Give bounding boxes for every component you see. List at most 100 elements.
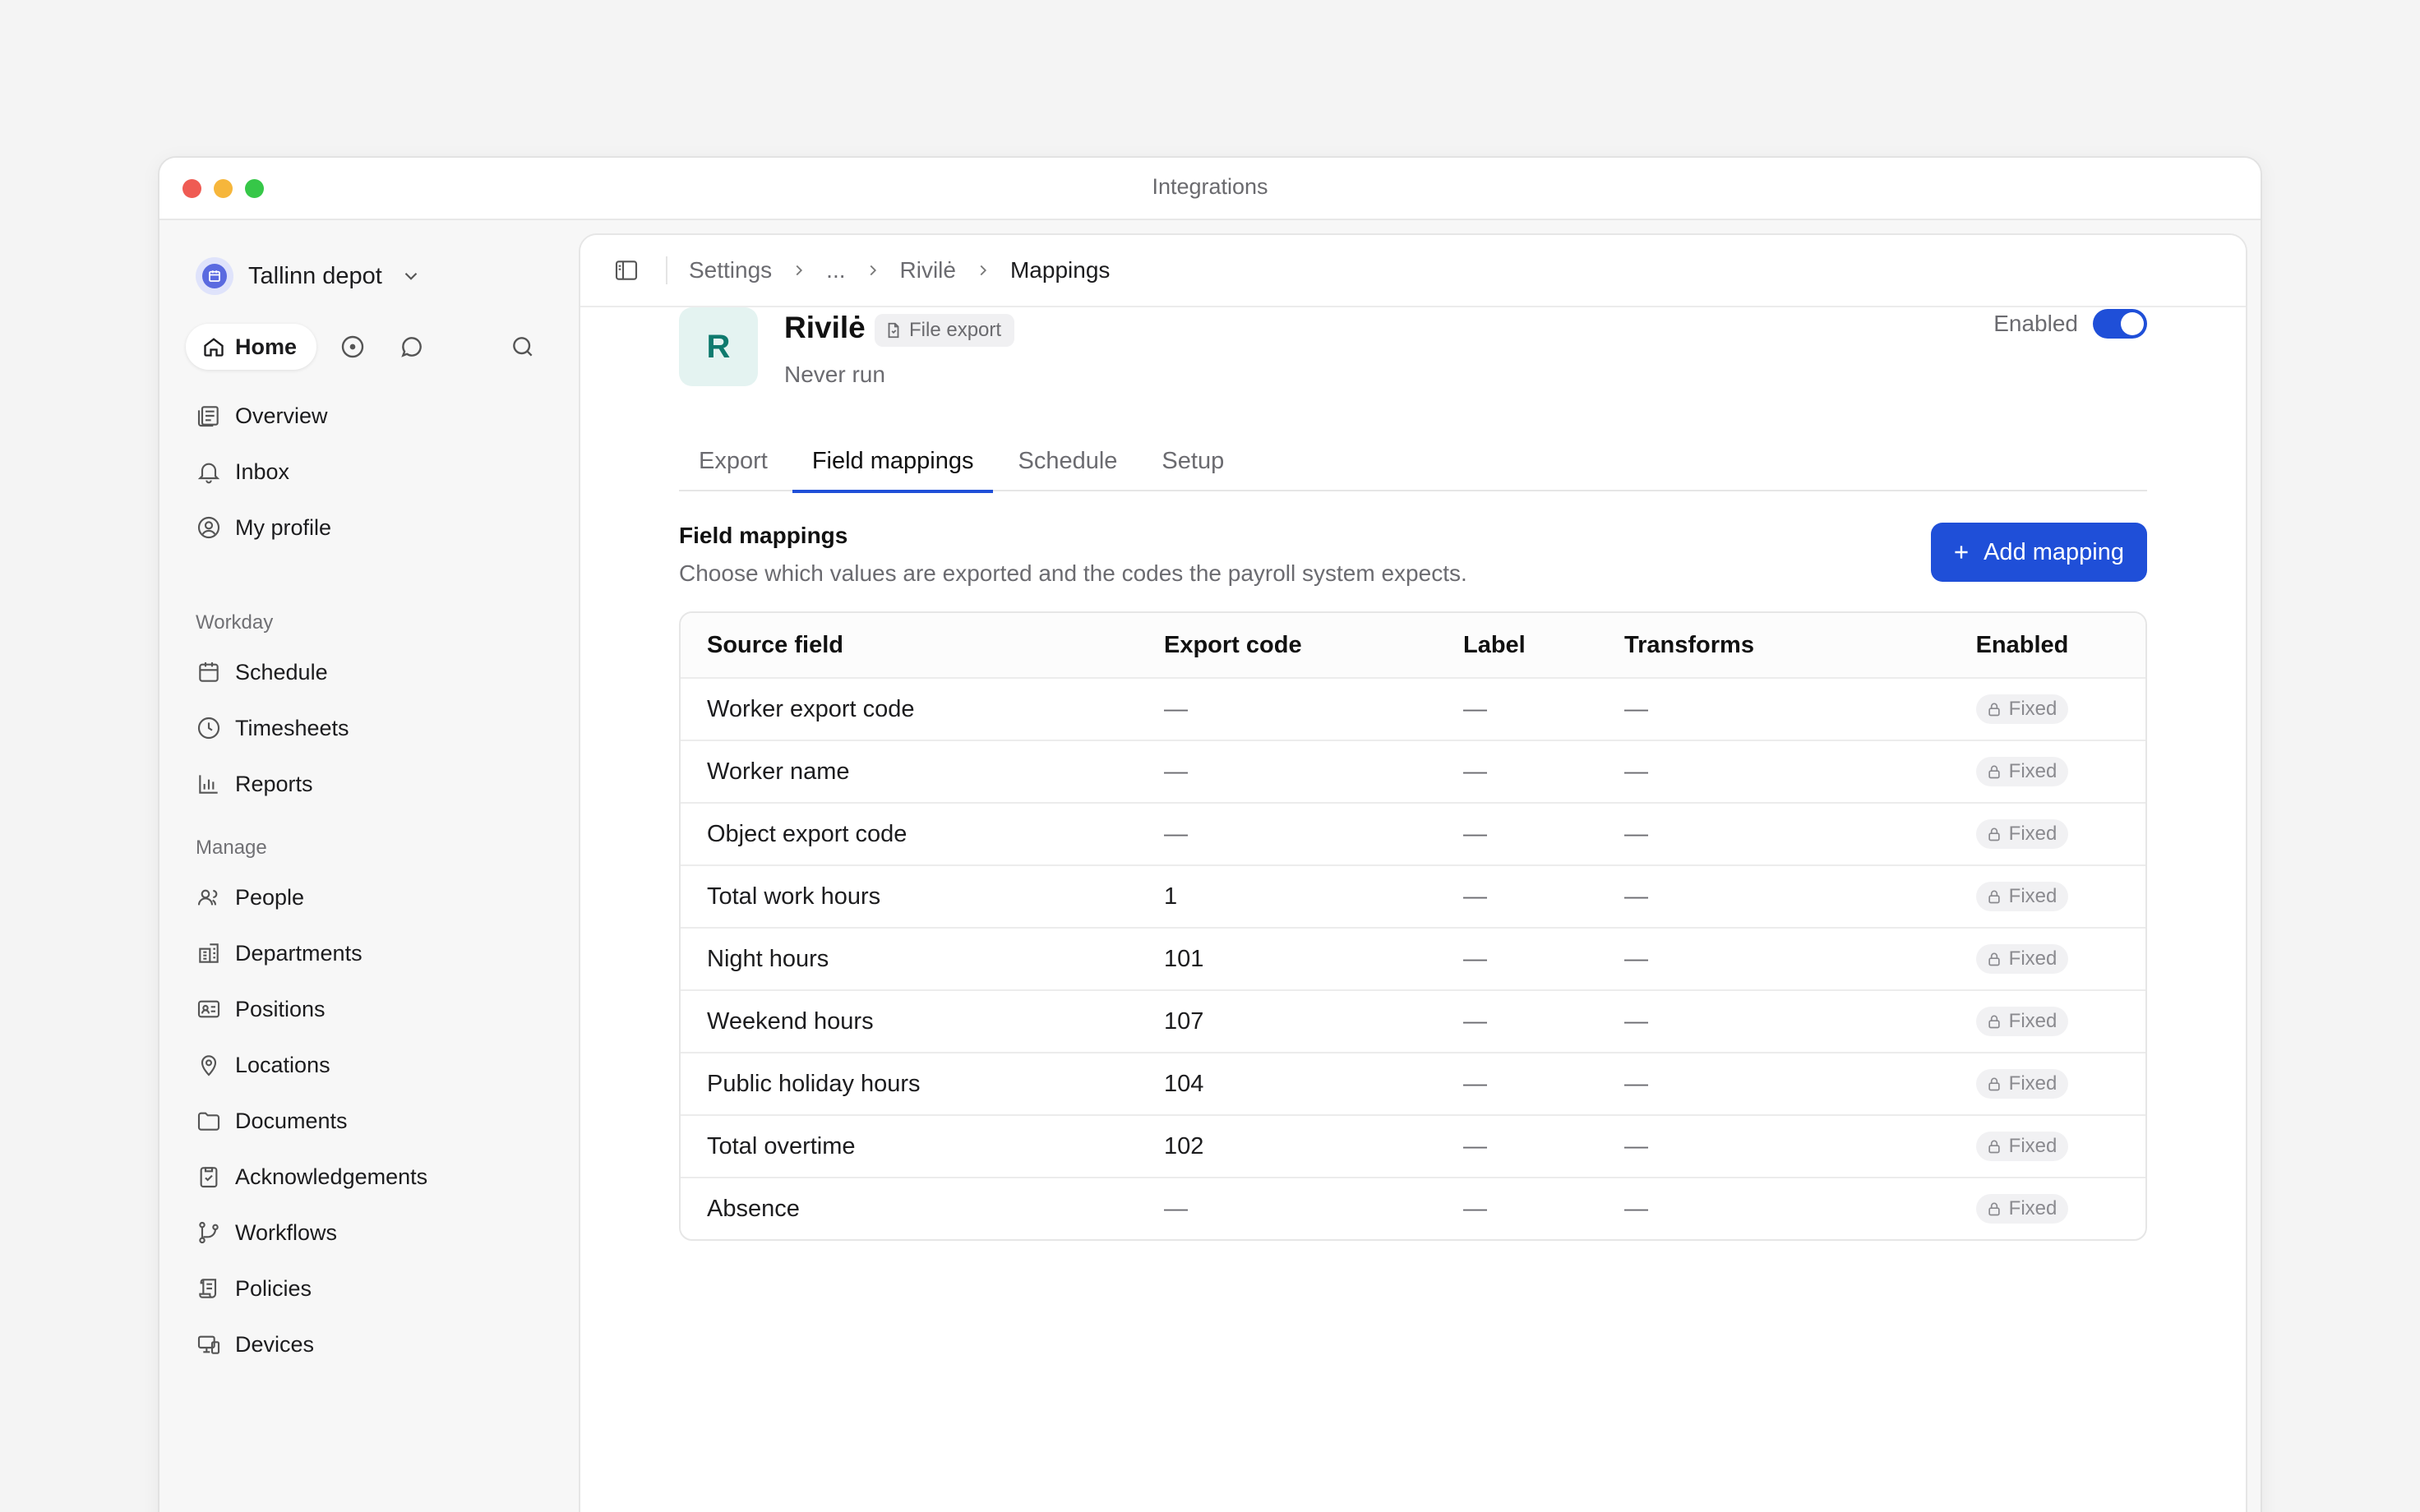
sidebar-item-label: Locations bbox=[235, 1052, 330, 1077]
cell-transforms: — bbox=[1624, 945, 1648, 972]
column-header: Label bbox=[1463, 631, 1526, 658]
cell-transforms: — bbox=[1624, 820, 1648, 847]
cell-transforms: — bbox=[1624, 1070, 1648, 1097]
sidebar-item-departments[interactable]: Departments bbox=[192, 925, 554, 981]
breadcrumb-settings[interactable]: Settings bbox=[689, 257, 772, 284]
sidebar-item-label: Reports bbox=[235, 771, 313, 796]
sidebar-item-positions[interactable]: Positions bbox=[192, 981, 554, 1037]
cell-source-field: Total work hours bbox=[707, 883, 881, 910]
table-row[interactable]: Total overtime 102 — — Fixed bbox=[681, 1114, 2145, 1177]
cell-label: — bbox=[1463, 883, 1487, 910]
table-body: Worker export code — — — Fixed Worker name — — —… bbox=[681, 677, 2145, 1239]
content: R Rivilė File export Never run Enabled E… bbox=[679, 307, 2147, 1512]
sidebar-item-inbox[interactable]: Inbox bbox=[192, 444, 554, 500]
tab-schedule[interactable]: Schedule bbox=[998, 431, 1137, 491]
cell-export-code: 101 bbox=[1164, 945, 1204, 972]
lock-icon bbox=[1988, 765, 2000, 779]
sidebar-item-acknowledgements[interactable]: Acknowledgements bbox=[192, 1149, 554, 1205]
badge-label: File export bbox=[909, 319, 1002, 341]
bar-chart-icon bbox=[199, 775, 218, 794]
fixed-label: Fixed bbox=[2008, 1197, 2057, 1219]
cell-source-field: Worker export code bbox=[707, 695, 915, 722]
cell-transforms: — bbox=[1624, 1007, 1648, 1035]
table-row[interactable]: Night hours 101 — — Fixed bbox=[681, 927, 2145, 989]
column-header: Enabled bbox=[1975, 631, 2069, 658]
app-window: Integrations Tallinn depot Home Overview… bbox=[158, 156, 2262, 1512]
table-row[interactable]: Worker export code — — — Fixed bbox=[681, 677, 2145, 740]
workspace-name: Tallinn depot bbox=[248, 262, 382, 289]
cell-export-code: — bbox=[1164, 1195, 1188, 1222]
section-heading-workday: Workday bbox=[196, 611, 274, 634]
fixed-label: Fixed bbox=[2008, 1135, 2057, 1157]
cell-source-field: Night hours bbox=[707, 945, 829, 972]
cell-source-field: Object export code bbox=[707, 820, 908, 847]
building-icon bbox=[199, 943, 219, 963]
column-header: Export code bbox=[1164, 631, 1302, 658]
integration-header: R Rivilė File export Never run Enabled bbox=[679, 307, 2147, 406]
overview-icon bbox=[197, 406, 219, 427]
activity-button[interactable] bbox=[330, 324, 376, 370]
sidebar-toggle-button[interactable] bbox=[610, 254, 643, 287]
table-row[interactable]: Absence — — — Fixed bbox=[681, 1177, 2145, 1239]
sidebar-item-locations[interactable]: Locations bbox=[192, 1037, 554, 1093]
sidebar-item-workflows[interactable]: Workflows bbox=[192, 1205, 554, 1261]
add-mapping-button[interactable]: Add mapping bbox=[1931, 523, 2147, 582]
table-row[interactable]: Total work hours 1 — — Fixed bbox=[681, 864, 2145, 927]
integration-logo: R bbox=[679, 307, 758, 386]
lock-icon bbox=[1988, 827, 2000, 841]
lock-icon bbox=[1988, 1015, 2000, 1029]
cell-enabled: Fixed bbox=[1899, 1007, 2145, 1036]
cell-label: — bbox=[1463, 1070, 1487, 1097]
enabled-toggle[interactable] bbox=[2093, 309, 2147, 339]
sidebar-item-my-profile[interactable]: My profile bbox=[192, 500, 554, 555]
divider bbox=[666, 256, 667, 284]
map-pin-icon bbox=[201, 1055, 217, 1076]
breadcrumb-rivile[interactable]: Rivilė bbox=[900, 257, 956, 284]
sidebar-item-people[interactable]: People bbox=[192, 869, 554, 925]
cell-export-code: — bbox=[1164, 758, 1188, 785]
tab-export[interactable]: Export bbox=[679, 431, 787, 491]
fixed-label: Fixed bbox=[2008, 760, 2057, 782]
workspace-switcher[interactable]: Tallinn depot bbox=[196, 253, 422, 299]
section-title: Field mappings bbox=[679, 523, 848, 548]
table-row[interactable]: Worker name — — — Fixed bbox=[681, 740, 2145, 802]
table-row[interactable]: Object export code — — — Fixed bbox=[681, 802, 2145, 864]
sidebar-item-label: Positions bbox=[235, 996, 326, 1021]
title-bar: Integrations bbox=[159, 158, 2261, 220]
integration-name: Rivilė bbox=[784, 311, 866, 344]
breadcrumb-ellipsis[interactable]: ... bbox=[826, 257, 845, 284]
enabled-label: Enabled bbox=[1993, 311, 2078, 336]
cell-transforms: — bbox=[1624, 1132, 1648, 1159]
folder-icon bbox=[197, 1112, 220, 1131]
profile-icon bbox=[197, 516, 220, 539]
sidebar-item-overview[interactable]: Overview bbox=[192, 388, 554, 444]
table-row[interactable]: Public holiday hours 104 — — Fixed bbox=[681, 1052, 2145, 1114]
search-button[interactable] bbox=[500, 324, 546, 370]
messages-button[interactable] bbox=[389, 324, 435, 370]
fixed-badge: Fixed bbox=[1975, 1069, 2069, 1099]
chat-bubble-icon bbox=[401, 337, 422, 357]
sidebar-item-documents[interactable]: Documents bbox=[192, 1093, 554, 1149]
sidebar-item-schedule[interactable]: Schedule bbox=[192, 644, 554, 700]
tab-setup[interactable]: Setup bbox=[1142, 431, 1244, 491]
sidebar-item-timesheets[interactable]: Timesheets bbox=[192, 700, 554, 756]
sidebar-item-policies[interactable]: Policies bbox=[192, 1261, 554, 1316]
sidebar-item-devices[interactable]: Devices bbox=[192, 1316, 554, 1372]
breadcrumb: Settings ... Rivilė Mappings bbox=[689, 257, 1110, 284]
cell-enabled: Fixed bbox=[1899, 944, 2145, 974]
home-button[interactable]: Home bbox=[186, 324, 317, 370]
main-panel: Settings ... Rivilė Mappings R Rivilė Fi… bbox=[579, 233, 2247, 1512]
cell-enabled: Fixed bbox=[1899, 757, 2145, 786]
fixed-badge: Fixed bbox=[1975, 1194, 2069, 1224]
fixed-badge: Fixed bbox=[1975, 944, 2069, 974]
sidebar-item-label: My profile bbox=[235, 514, 332, 540]
chevron-right-icon bbox=[870, 265, 876, 276]
table-row[interactable]: Weekend hours 107 — — Fixed bbox=[681, 989, 2145, 1052]
sidebar-item-reports[interactable]: Reports bbox=[192, 756, 554, 812]
lock-icon bbox=[1988, 1140, 2000, 1154]
devices-icon bbox=[197, 1335, 220, 1354]
sidebar-item-label: Overview bbox=[235, 403, 328, 428]
calendar-icon bbox=[209, 270, 220, 282]
tab-field-mappings[interactable]: Field mappings bbox=[792, 431, 994, 493]
fixed-label: Fixed bbox=[2008, 1072, 2057, 1095]
